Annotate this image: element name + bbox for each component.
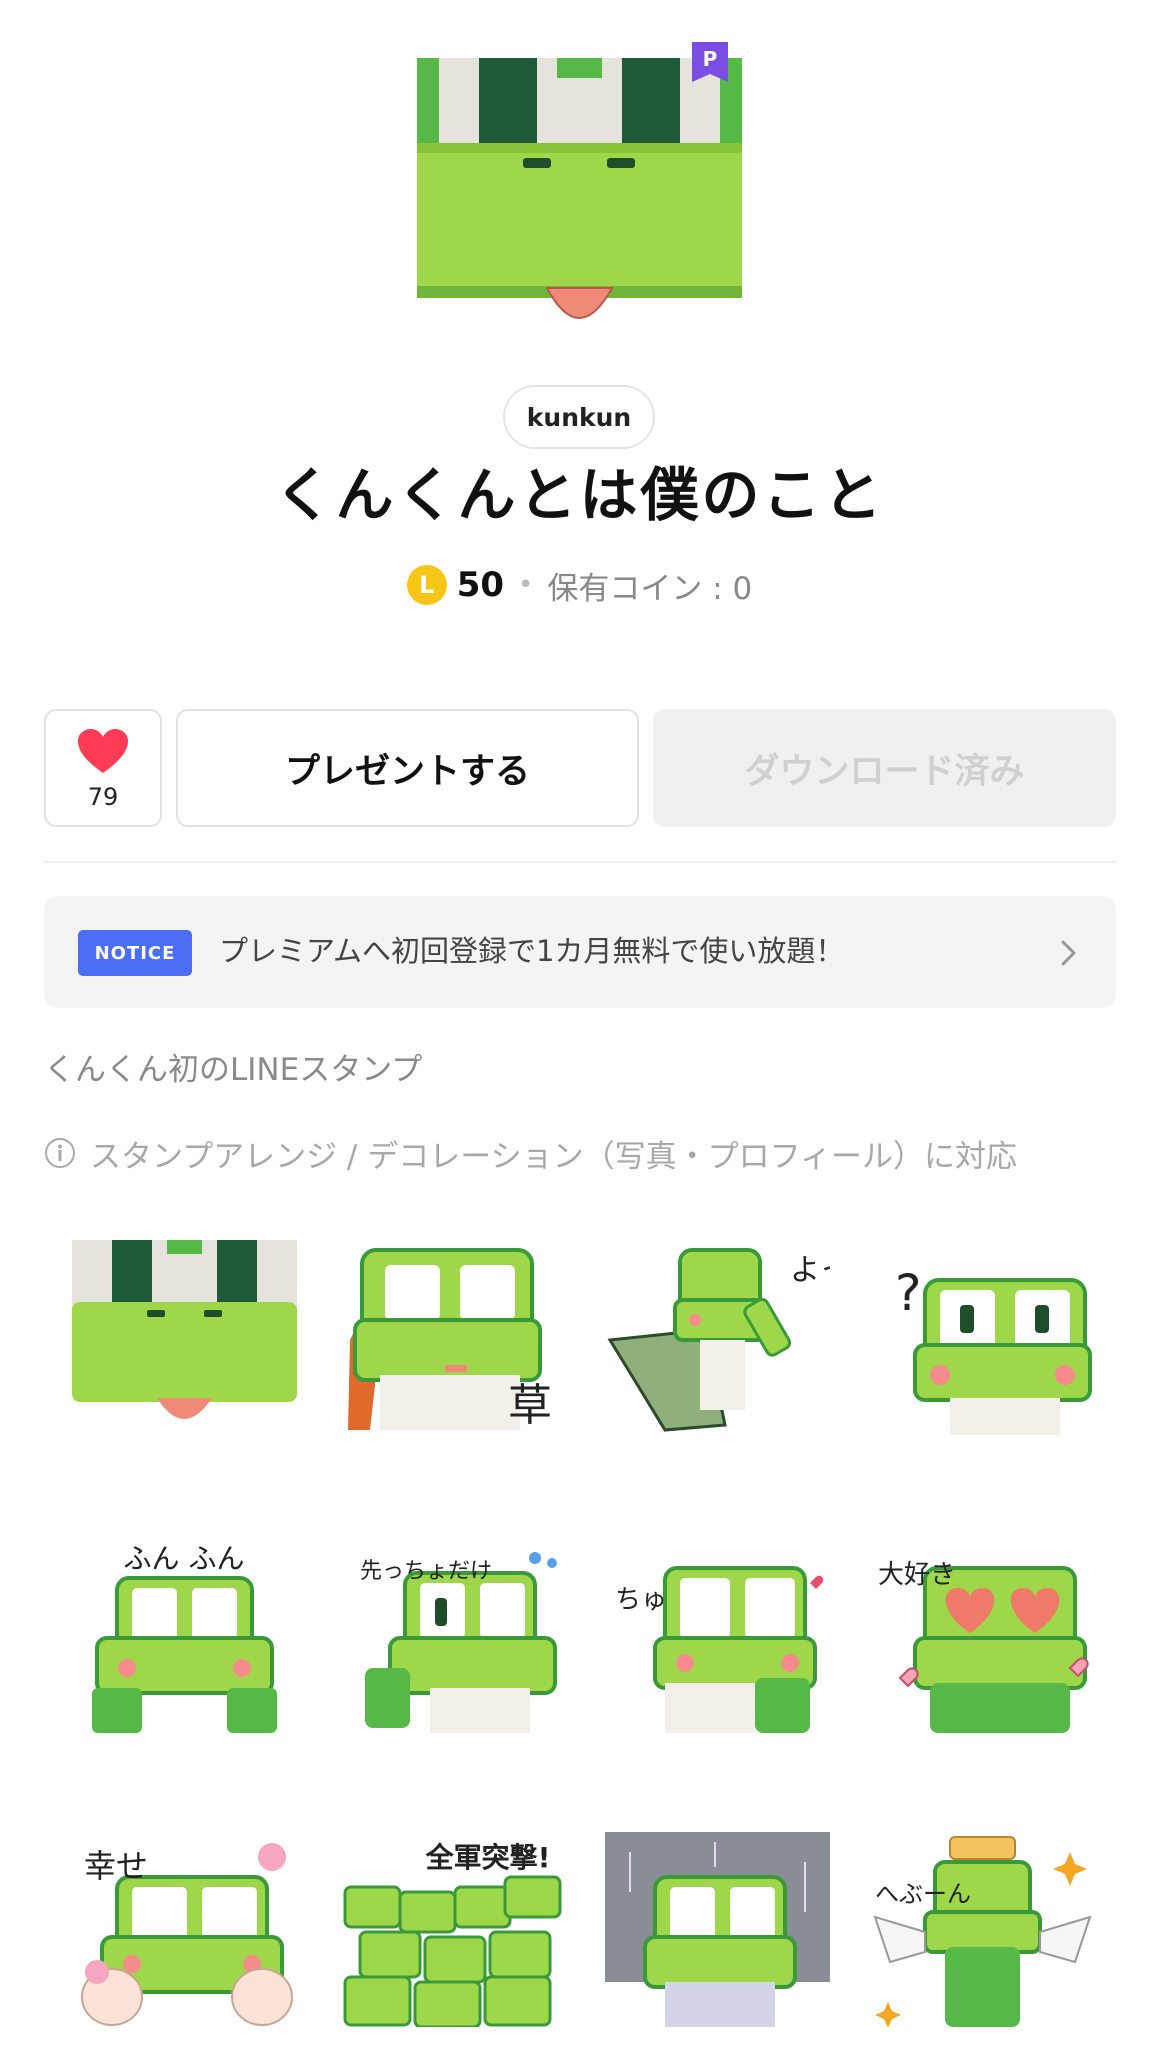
- info-icon: [45, 1138, 75, 1168]
- separator-dot: •: [518, 570, 534, 600]
- premium-badge-icon: P: [692, 42, 728, 82]
- sticker-description: くんくん初のLINEスタンプ: [44, 1052, 423, 1088]
- sticker-zengun-totsugeki[interactable]: 全軍突撃!: [340, 1832, 565, 2027]
- gift-button[interactable]: プレゼントする: [176, 709, 639, 827]
- sticker-caption: ふん ふん: [124, 1542, 245, 1575]
- notice-badge: NOTICE: [78, 930, 192, 976]
- notice-text: プレミアムへ初回登録で1カ月無料で使い放題！: [219, 934, 845, 968]
- sticker-caption: 先っちょだけ: [360, 1559, 492, 1584]
- sticker-caption: よっ: [790, 1253, 830, 1288]
- feature-info: スタンプアレンジ / デコレーション（写真・プロフィール）に対応: [44, 1128, 1017, 1178]
- sticker-closeup[interactable]: [72, 1240, 297, 1435]
- price-row: L 50 • 保有コイン : 0: [0, 558, 1159, 612]
- divider: [44, 861, 1116, 863]
- line-coin-icon: L: [406, 565, 447, 605]
- sticker-caption: ?: [895, 1264, 922, 1322]
- sticker-yo[interactable]: よっ: [605, 1240, 830, 1435]
- sticker-caption: 全軍突撃!: [425, 1841, 551, 1874]
- main-sticker-image: [417, 58, 742, 338]
- owned-coins: 保有コイン : 0: [547, 570, 753, 607]
- price-value: 50: [456, 565, 505, 605]
- sticker-question[interactable]: ?: [870, 1240, 1095, 1435]
- downloaded-button[interactable]: ダウンロード済み: [653, 709, 1116, 827]
- sticker-shiawase[interactable]: 幸せ: [72, 1832, 297, 2027]
- like-count: 79: [87, 783, 119, 811]
- sticker-caption: へぶーん: [875, 1880, 971, 1908]
- feature-text: スタンプアレンジ / デコレーション（写真・プロフィール）に対応: [90, 1138, 1017, 1175]
- heart-icon: [78, 729, 128, 773]
- sticker-kusa[interactable]: 草: [340, 1240, 565, 1435]
- sticker-title: くんくんとは僕のこと: [274, 461, 885, 529]
- sticker-saki-dake[interactable]: 先っちょだけ: [340, 1538, 565, 1733]
- sticker-caption: ちゅ: [615, 1585, 667, 1615]
- sticker-fun-fun[interactable]: ふん ふん: [72, 1538, 297, 1733]
- author-link[interactable]: kunkun: [503, 385, 655, 449]
- sticker-rain[interactable]: [605, 1832, 830, 2027]
- like-button[interactable]: 79: [44, 709, 162, 827]
- sticker-caption: 幸せ: [84, 1847, 148, 1885]
- sticker-caption: 草: [508, 1380, 552, 1431]
- notice-banner[interactable]: NOTICE プレミアムへ初回登録で1カ月無料で使い放題！: [44, 896, 1116, 1008]
- sticker-caption: 大好き: [878, 1560, 956, 1590]
- chevron-right-icon: [1061, 940, 1076, 966]
- sticker-hebuun[interactable]: へぶーん: [870, 1832, 1095, 2027]
- sticker-daisuki[interactable]: 大好き: [870, 1538, 1095, 1733]
- sticker-chu[interactable]: ちゅ: [605, 1538, 830, 1733]
- premium-badge-letter: P: [703, 47, 718, 71]
